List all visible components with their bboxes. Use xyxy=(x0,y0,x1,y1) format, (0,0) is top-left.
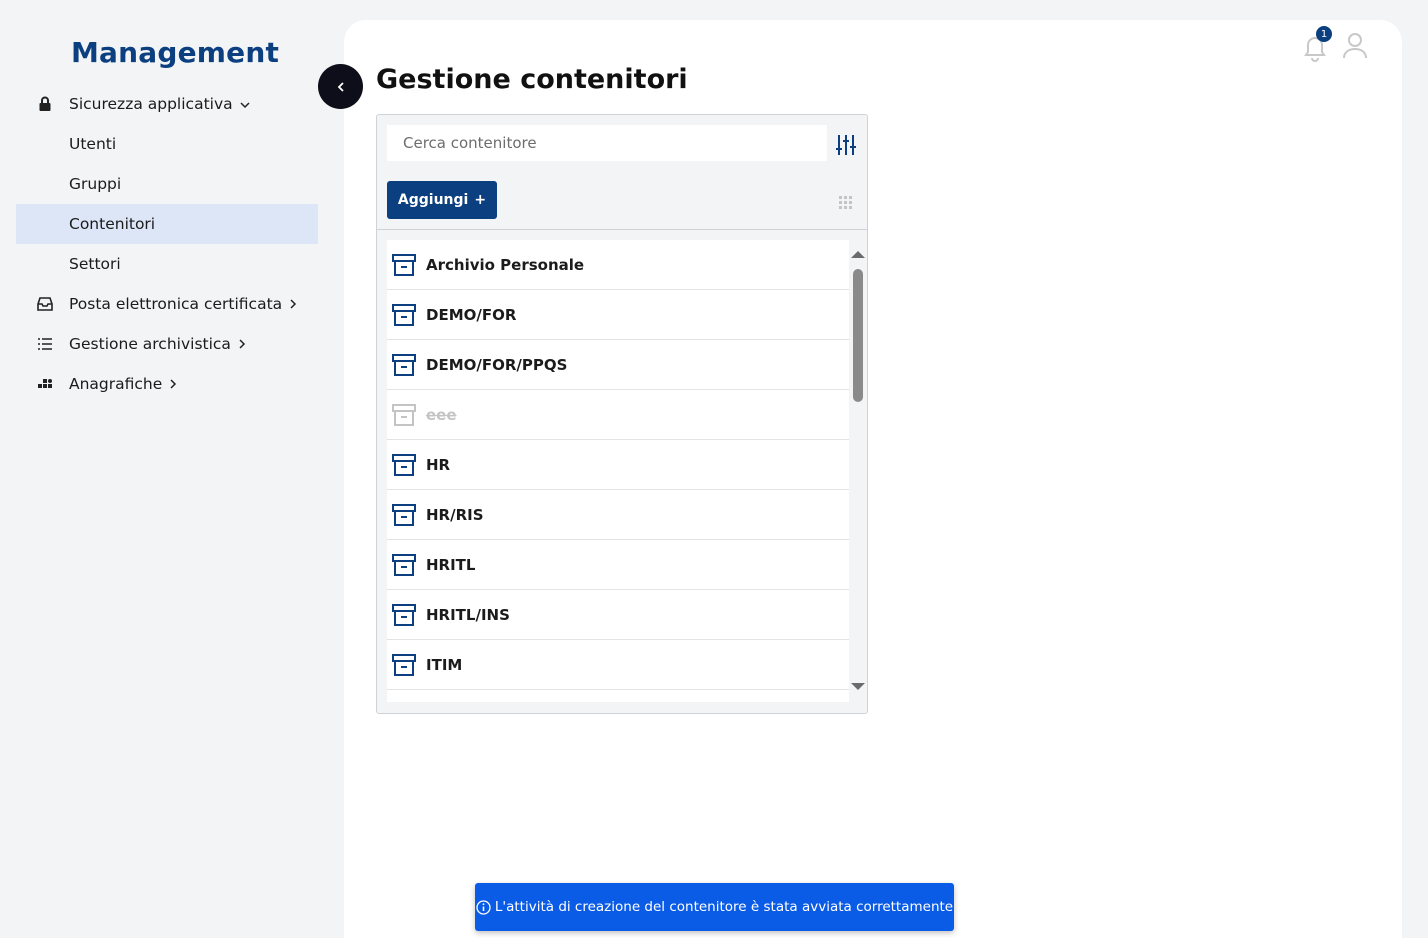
list-item[interactable]: HR/RIS xyxy=(387,490,849,540)
sidebar-item-gruppi[interactable]: Gruppi xyxy=(16,164,318,204)
sidebar-item-sicurezza-applicativa[interactable]: Sicurezza applicativa xyxy=(16,84,318,124)
divider xyxy=(377,229,867,230)
collapse-sidebar-button[interactable] xyxy=(318,64,363,109)
sidebar-item-label: Sicurezza applicativa xyxy=(69,95,233,113)
grid-icon[interactable] xyxy=(839,195,853,209)
sidebar-item-anagrafiche[interactable]: Anagrafiche xyxy=(16,364,318,404)
user-icon xyxy=(1343,33,1367,59)
list-item[interactable]: HRITL xyxy=(387,540,849,590)
containers-panel: Aggiungi + Archivio Personale DEMO/FOR D… xyxy=(376,114,868,714)
list-item[interactable]: DEMO/FOR/PPQS xyxy=(387,340,849,390)
page-title: Gestione contenitori xyxy=(376,64,688,95)
scroll-down-icon[interactable] xyxy=(851,683,865,690)
archive-box-icon xyxy=(392,254,416,276)
sidebar-item-label: Posta elettronica certificata xyxy=(69,295,283,313)
archive-box-icon xyxy=(392,404,416,426)
container-name: HR/RIS xyxy=(426,505,484,524)
user-profile-button[interactable] xyxy=(1342,30,1368,64)
chevron-down-icon xyxy=(236,98,250,113)
list-item-disabled[interactable]: eee xyxy=(387,390,849,440)
sidebar-item-posta-elettronica[interactable]: Posta elettronica certificata xyxy=(16,284,318,324)
notification-badge: 1 xyxy=(1316,26,1332,42)
sidebar-item-label: Contenitori xyxy=(69,215,156,233)
list-item[interactable]: ITIM xyxy=(387,640,849,690)
filter-button[interactable] xyxy=(835,134,857,156)
container-name: HR xyxy=(426,455,451,474)
main-panel: 1 Gestione contenitori Aggiungi + Archiv… xyxy=(344,20,1402,938)
sliders-icon xyxy=(836,135,856,155)
notifications-button[interactable]: 1 xyxy=(1302,26,1332,62)
archive-box-icon xyxy=(392,604,416,626)
chevron-right-icon xyxy=(234,338,246,353)
container-name: DEMO/FOR/PPQS xyxy=(426,355,568,374)
apps-icon xyxy=(36,375,54,393)
sidebar-item-utenti[interactable]: Utenti xyxy=(16,124,318,164)
list-item[interactable]: HRITL/INS xyxy=(387,590,849,640)
lock-icon xyxy=(36,95,54,113)
sidebar-item-gestione-archivistica[interactable]: Gestione archivistica xyxy=(16,324,318,364)
archive-box-icon xyxy=(392,354,416,376)
add-button[interactable]: Aggiungi + xyxy=(387,181,497,219)
toast-notification: L'attività di creazione del contenitore … xyxy=(475,883,954,931)
chevron-left-icon xyxy=(337,81,344,92)
sidebar-item-contenitori[interactable]: Contenitori xyxy=(16,204,318,244)
container-name: HRITL/INS xyxy=(426,605,510,624)
container-name: HRITL xyxy=(426,555,476,574)
plus-icon: + xyxy=(474,192,487,208)
toast-message: L'attività di creazione del contenitore … xyxy=(494,899,954,915)
brand-title: Management xyxy=(70,36,280,69)
list-scrollbar[interactable] xyxy=(849,240,865,702)
list-item[interactable]: HR xyxy=(387,440,849,490)
archive-box-icon xyxy=(392,554,416,576)
sidebar-item-label: Gruppi xyxy=(69,175,122,193)
list-item[interactable]: Archivio Personale xyxy=(387,240,849,290)
search-input[interactable] xyxy=(387,125,827,161)
header-icons: 1 xyxy=(1302,26,1368,64)
sidebar-nav: Sicurezza applicativa Utenti Gruppi Cont… xyxy=(16,84,318,404)
sidebar-item-label: Anagrafiche xyxy=(69,375,163,393)
archive-box-icon xyxy=(392,654,416,676)
chevron-right-icon xyxy=(165,378,177,393)
scrollbar-thumb[interactable] xyxy=(853,269,863,402)
archive-box-icon xyxy=(392,504,416,526)
sidebar-item-settori[interactable]: Settori xyxy=(16,244,318,284)
add-button-label: Aggiungi xyxy=(397,192,469,208)
container-name: ITIM xyxy=(426,655,463,674)
containers-list: Archivio Personale DEMO/FOR DEMO/FOR/PPQ… xyxy=(387,240,849,702)
list-icon xyxy=(36,335,54,353)
info-icon xyxy=(476,899,491,915)
list-item[interactable]: DEMO/FOR xyxy=(387,290,849,340)
sidebar-item-label: Settori xyxy=(69,255,121,273)
inbox-icon xyxy=(36,295,54,313)
archive-box-icon xyxy=(392,454,416,476)
sidebar-item-label: Gestione archivistica xyxy=(69,335,231,353)
archive-box-icon xyxy=(392,304,416,326)
container-name: DEMO/FOR xyxy=(426,305,517,324)
container-name: eee xyxy=(426,405,457,424)
chevron-right-icon xyxy=(285,298,297,313)
sidebar-item-label: Utenti xyxy=(69,135,117,153)
scroll-up-icon[interactable] xyxy=(851,251,865,258)
sidebar: Management Sicurezza applicativa Utenti … xyxy=(0,0,334,938)
container-name: Archivio Personale xyxy=(426,255,585,274)
